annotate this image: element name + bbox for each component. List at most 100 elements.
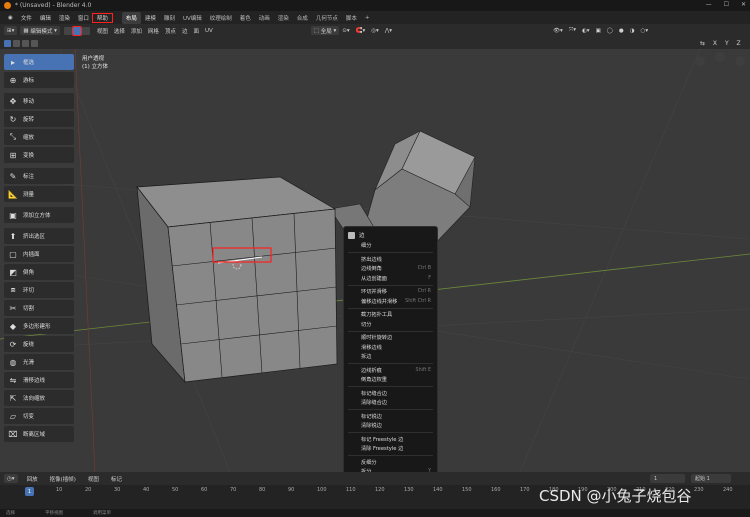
timeline-menu-playback[interactable]: 回放: [24, 474, 41, 483]
menu-select[interactable]: 选择: [111, 26, 128, 35]
axis-z-icon[interactable]: [715, 52, 725, 62]
menu-vertex[interactable]: 顶点: [162, 26, 179, 35]
menu-add[interactable]: 添加: [128, 26, 145, 35]
face-select-icon[interactable]: [81, 26, 90, 35]
menu-help[interactable]: 帮助: [91, 12, 113, 23]
tool-button[interactable]: ⇱ 法向缩放: [4, 390, 74, 406]
context-menu-item[interactable]: 滑移边线: [344, 343, 437, 353]
tool-button[interactable]: ✎ 标注: [4, 168, 74, 184]
tool-button[interactable]: ✂ 切割: [4, 300, 74, 316]
workspace-tab-compositing[interactable]: 合成: [293, 12, 312, 24]
menu-edge[interactable]: 边: [179, 26, 191, 35]
workspace-tab-texture-paint[interactable]: 纹理绘制: [206, 12, 236, 24]
tool-button[interactable]: ▸ 框选: [4, 54, 74, 70]
context-menu-item[interactable]: 顺时针旋转边: [344, 333, 437, 343]
overlay-icon[interactable]: ◐▾: [579, 26, 593, 35]
timeline-menu-view[interactable]: 视图: [85, 474, 102, 483]
select-subtract-icon[interactable]: [22, 39, 29, 47]
tool-button[interactable]: ◩ 倒角: [4, 264, 74, 280]
context-menu-item[interactable]: 从边创建面 F: [344, 274, 437, 284]
playhead[interactable]: 1: [25, 487, 34, 496]
mode-dropdown[interactable]: ▦ 编辑模式 ▾: [20, 26, 60, 35]
context-menu-item[interactable]: 标记锐边: [344, 412, 437, 422]
context-menu-item[interactable]: 标记 Freestyle 边: [344, 435, 437, 445]
context-menu-item[interactable]: 切分: [344, 320, 437, 330]
edge-select-icon[interactable]: [71, 25, 82, 36]
start-frame-field[interactable]: 起始 1: [691, 474, 731, 483]
menu-uv[interactable]: UV: [202, 26, 216, 35]
workspace-tab-layout[interactable]: 布局: [121, 11, 141, 24]
add-workspace-icon[interactable]: +: [361, 13, 374, 23]
select-intersect-icon[interactable]: [31, 39, 38, 47]
workspace-tab-rendering[interactable]: 渲染: [274, 12, 293, 24]
menu-face[interactable]: 面: [190, 26, 202, 35]
shading-rendered-icon[interactable]: ○▾: [638, 26, 652, 35]
visibility-icon[interactable]: 👁▾: [550, 26, 566, 35]
maximize-icon[interactable]: ☐: [724, 1, 729, 8]
select-new-icon[interactable]: [4, 39, 11, 47]
current-frame-field[interactable]: 1: [650, 474, 685, 483]
proportional-edit-icon[interactable]: ◎▾: [368, 26, 382, 35]
tool-button[interactable]: ⊞ 变换: [4, 147, 74, 163]
workspace-tab-scripting[interactable]: 脚本: [342, 12, 361, 24]
tool-button[interactable]: ◆ 多边形建形: [4, 318, 74, 334]
timeline-editor-type-icon[interactable]: ◷▾: [4, 474, 18, 483]
menu-window[interactable]: 窗口: [74, 14, 93, 22]
shading-wireframe-icon[interactable]: ◯: [604, 26, 616, 35]
axis-mirror-toggles[interactable]: ⇆ X Y Z: [700, 40, 744, 47]
workspace-tab-animation[interactable]: 动画: [255, 12, 274, 24]
context-menu-item[interactable]: 截刀拓扑工具: [344, 310, 437, 320]
navigation-gizmo[interactable]: [695, 52, 745, 66]
menu-mesh[interactable]: 网格: [145, 26, 162, 35]
tool-button[interactable]: ⊕ 游标: [4, 72, 74, 88]
gizmo-icon[interactable]: ⤧▾: [566, 26, 579, 35]
workspace-tab-uv-editing[interactable]: UV编辑: [179, 12, 206, 24]
pivot-icon[interactable]: ⊙▾: [339, 26, 352, 35]
tool-button[interactable]: ▣ 添加立方体: [4, 207, 74, 223]
workspace-tab-modeling[interactable]: 建模: [141, 12, 160, 24]
close-icon[interactable]: ✕: [741, 1, 746, 8]
tool-button[interactable]: ⤡ 缩放: [4, 129, 74, 145]
menu-edit[interactable]: 编辑: [36, 14, 55, 22]
xray-icon[interactable]: ▣: [593, 26, 604, 35]
falloff-icon[interactable]: ⋀▾: [382, 26, 395, 35]
timeline-menu-keying[interactable]: 抠像(插帧): [47, 474, 79, 483]
blender-menu-icon[interactable]: ◉: [4, 15, 17, 21]
context-menu-item[interactable]: 拆边: [344, 352, 437, 362]
context-menu-item[interactable]: 清除缝合边: [344, 398, 437, 408]
context-menu-item[interactable]: 反细分: [344, 458, 437, 468]
axis-y-icon[interactable]: [695, 56, 705, 66]
tool-button[interactable]: ⌧ 断离区域: [4, 426, 74, 442]
context-menu-item[interactable]: 清除锐边: [344, 421, 437, 431]
context-menu-item[interactable]: 边线折痕 Shift E: [344, 366, 437, 376]
tool-button[interactable]: ✥ 移动: [4, 93, 74, 109]
workspace-tab-shading[interactable]: 着色: [236, 12, 255, 24]
menu-render[interactable]: 渲染: [55, 14, 74, 22]
tool-button[interactable]: ▢ 内插面: [4, 246, 74, 262]
context-menu-item[interactable]: 边线倒角 Ctrl B: [344, 264, 437, 274]
workspace-tab-geometry-nodes[interactable]: 几何节点: [312, 12, 342, 24]
shading-solid-icon[interactable]: ●: [616, 26, 627, 35]
shading-material-icon[interactable]: ◑: [627, 26, 638, 35]
tool-button[interactable]: ↻ 旋转: [4, 111, 74, 127]
context-menu-item[interactable]: 偏移边线并滑移 Shift Ctrl R: [344, 297, 437, 307]
tool-button[interactable]: ⬆ 挤出选区: [4, 228, 74, 244]
timeline-menu-marker[interactable]: 标记: [108, 474, 125, 483]
tool-button[interactable]: ▱ 切变: [4, 408, 74, 424]
vertex-select-icon[interactable]: [63, 26, 72, 35]
tool-button[interactable]: ⟳ 旋绕: [4, 336, 74, 352]
context-menu-item[interactable]: 清除 Freestyle 边: [344, 444, 437, 454]
menu-file[interactable]: 文件: [17, 14, 36, 22]
context-menu-item[interactable]: 挤出边线: [344, 255, 437, 265]
menu-view[interactable]: 视图: [94, 26, 111, 35]
snap-icon[interactable]: 🧲▾: [353, 26, 369, 35]
context-menu-item[interactable]: 细分: [344, 241, 437, 251]
tool-button[interactable]: ⇋ 滑移边线: [4, 372, 74, 388]
editor-type-button[interactable]: ⊞▾: [4, 26, 18, 35]
workspace-tab-sculpting[interactable]: 雕刻: [160, 12, 179, 24]
axis-x-icon[interactable]: [735, 56, 745, 66]
context-menu-item[interactable]: 标记缝合边: [344, 389, 437, 399]
context-menu-item[interactable]: 倒角边权重: [344, 375, 437, 385]
minimize-icon[interactable]: —: [706, 1, 712, 8]
tool-button[interactable]: ◍ 光滑: [4, 354, 74, 370]
